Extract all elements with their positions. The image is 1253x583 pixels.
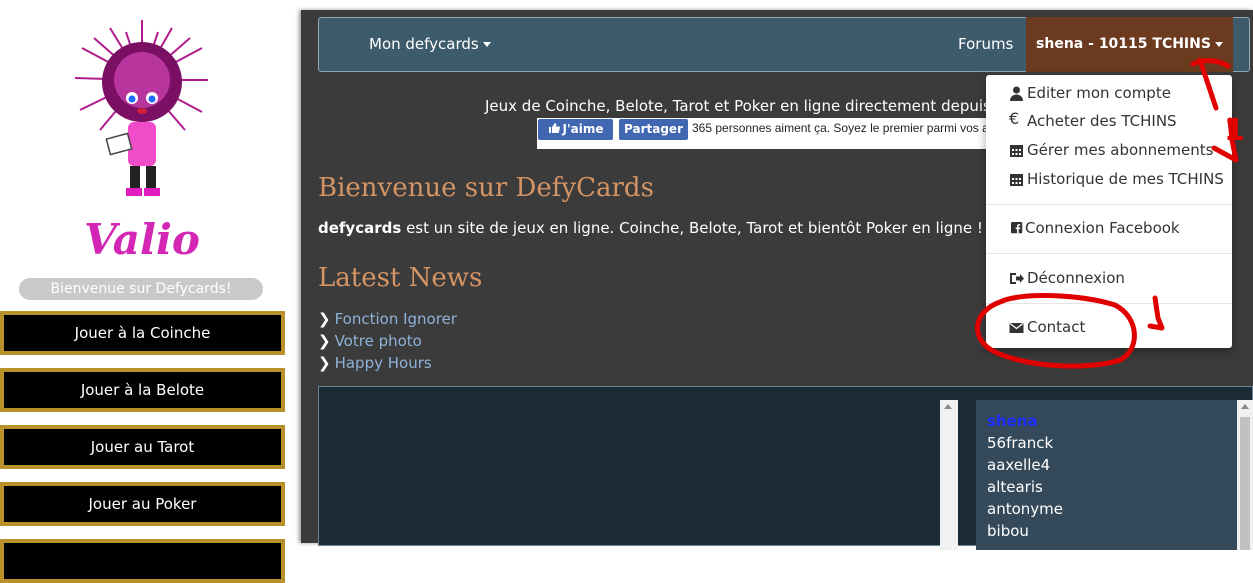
users-scrollbar[interactable] bbox=[1237, 400, 1253, 550]
euro-icon: € bbox=[1009, 109, 1020, 128]
menu-facebook-login[interactable]: Connexion Facebook bbox=[1011, 219, 1180, 237]
caret-down-icon bbox=[482, 42, 491, 47]
play-coinche-button[interactable]: Jouer à la Coinche bbox=[0, 311, 285, 355]
scroll-up-icon[interactable] bbox=[944, 404, 952, 409]
news-link-happy-hours[interactable]: ❯ Happy Hours bbox=[318, 354, 432, 372]
intro-text: defycards est un site de jeux en ligne. … bbox=[318, 219, 983, 237]
intro-rest: est un site de jeux en ligne. Coinche, B… bbox=[401, 219, 983, 237]
facebook-share-button[interactable]: Partager bbox=[619, 119, 688, 140]
news-label: Votre photo bbox=[334, 332, 422, 350]
chevron-right-icon: ❯ bbox=[318, 310, 331, 328]
news-link-ignore[interactable]: ❯ Fonction Ignorer bbox=[318, 310, 457, 328]
user-dropdown-menu: Editer mon compte € Acheter des TCHINS Gé… bbox=[986, 75, 1232, 348]
play-belote-button[interactable]: Jouer à la Belote bbox=[0, 368, 285, 412]
chevron-right-icon: ❯ bbox=[318, 332, 331, 350]
chevron-right-icon: ❯ bbox=[318, 354, 331, 372]
news-label: Fonction Ignorer bbox=[334, 310, 457, 328]
scroll-thumb[interactable] bbox=[1240, 417, 1250, 550]
intro-brand: defycards bbox=[318, 219, 402, 237]
menu-logout[interactable]: Déconnexion bbox=[1009, 269, 1125, 287]
mascot-logo: Valio bbox=[74, 20, 208, 263]
menu-label: Acheter des TCHINS bbox=[1027, 112, 1177, 130]
logout-icon bbox=[1010, 273, 1024, 284]
nav-mon-defycards-label: Mon defycards bbox=[369, 35, 479, 53]
facebook-like-button[interactable]: J'aime bbox=[538, 119, 613, 140]
nav-mon-defycards[interactable]: Mon defycards bbox=[369, 18, 491, 71]
like-icon bbox=[548, 123, 560, 133]
user-item[interactable]: antonyme bbox=[987, 498, 1231, 520]
envelope-icon bbox=[1009, 323, 1024, 333]
user-item[interactable]: shena bbox=[987, 410, 1231, 432]
menu-edit-account[interactable]: Editer mon compte bbox=[1009, 84, 1171, 102]
menu-label: Contact bbox=[1027, 318, 1086, 336]
sidebar: Valio Bienvenue sur Defycards! Jouer à l… bbox=[0, 0, 300, 583]
top-navbar: Mon defycards Forums shena - 10115 TCHIN… bbox=[318, 17, 1250, 72]
facebook-icon bbox=[1011, 222, 1023, 234]
menu-label: Connexion Facebook bbox=[1025, 219, 1180, 237]
user-menu-toggle[interactable]: shena - 10115 TCHINS bbox=[1026, 17, 1233, 72]
menu-tchins-history[interactable]: Historique de mes TCHINS bbox=[1009, 170, 1224, 188]
svg-text:Valio: Valio bbox=[84, 215, 200, 263]
news-heading: Latest News bbox=[318, 263, 483, 293]
chat-scrollbar[interactable] bbox=[940, 400, 958, 550]
calendar-icon bbox=[1010, 145, 1023, 157]
user-menu-label: shena - 10115 TCHINS bbox=[1036, 36, 1211, 52]
menu-contact[interactable]: Contact bbox=[1009, 318, 1085, 336]
welcome-badge: Bienvenue sur Defycards! bbox=[19, 278, 263, 300]
menu-label: Historique de mes TCHINS bbox=[1027, 170, 1224, 188]
calendar-icon bbox=[1010, 174, 1023, 186]
menu-divider bbox=[986, 303, 1232, 304]
play-poker-button[interactable]: Jouer au Poker bbox=[0, 482, 285, 526]
chat-panel: shena 56franck aaxelle4 altearis antonym… bbox=[318, 386, 1253, 550]
site-tagline: Jeux de Coinche, Belote, Tarot et Poker … bbox=[485, 97, 1026, 115]
caret-down-icon bbox=[1214, 41, 1223, 47]
user-icon bbox=[1010, 86, 1023, 101]
user-item[interactable]: 56franck bbox=[987, 432, 1231, 454]
user-item[interactable]: altearis bbox=[987, 476, 1231, 498]
user-item[interactable]: bibou bbox=[987, 520, 1231, 542]
menu-subscriptions[interactable]: Gérer mes abonnements bbox=[1009, 141, 1213, 159]
menu-buy-tchins[interactable]: € Acheter des TCHINS bbox=[1009, 109, 1177, 131]
menu-label: Editer mon compte bbox=[1027, 84, 1171, 102]
welcome-heading: Bienvenue sur DefyCards bbox=[318, 173, 654, 203]
facebook-like-count: 365 personnes aiment ça. Soyez le premie… bbox=[692, 121, 989, 135]
facebook-widget: J'aime Partager 365 personnes aiment ça.… bbox=[537, 118, 997, 149]
menu-divider bbox=[986, 253, 1232, 254]
menu-divider bbox=[986, 204, 1232, 205]
news-link-photo[interactable]: ❯ Votre photo bbox=[318, 332, 422, 350]
menu-label: Déconnexion bbox=[1027, 269, 1125, 287]
scroll-up-icon[interactable] bbox=[1241, 404, 1249, 409]
menu-label: Gérer mes abonnements bbox=[1027, 141, 1214, 159]
play-more-button[interactable] bbox=[0, 539, 285, 583]
online-users-list: shena 56franck aaxelle4 altearis antonym… bbox=[976, 400, 1242, 550]
like-label: J'aime bbox=[562, 122, 604, 136]
nav-forums[interactable]: Forums bbox=[958, 18, 1013, 71]
news-label: Happy Hours bbox=[334, 354, 432, 372]
user-item[interactable]: aaxelle4 bbox=[987, 454, 1231, 476]
play-tarot-button[interactable]: Jouer au Tarot bbox=[0, 425, 285, 469]
